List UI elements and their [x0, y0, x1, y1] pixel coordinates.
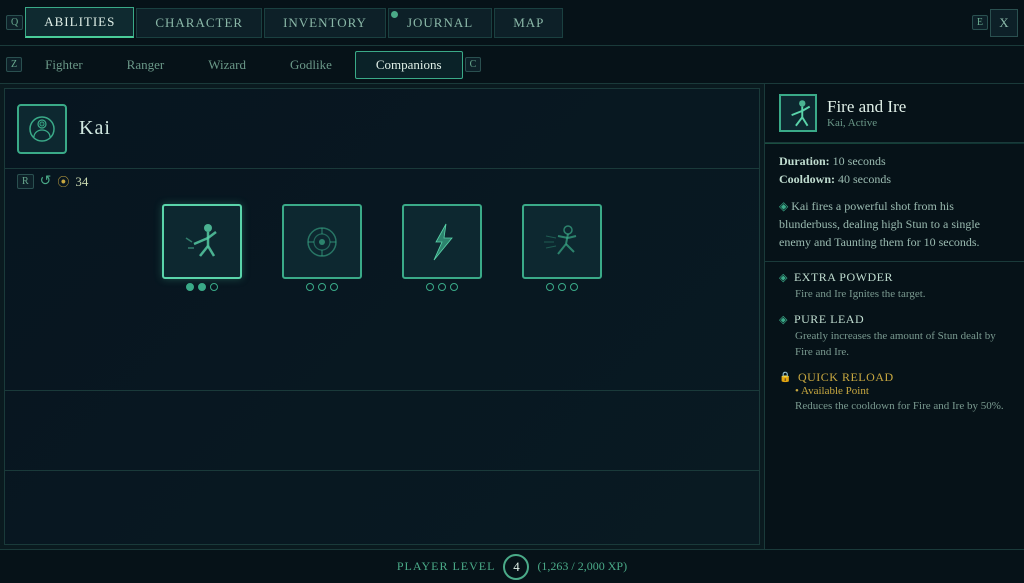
- dot: [318, 283, 326, 291]
- dot: [450, 283, 458, 291]
- dot: [558, 283, 566, 291]
- top-navigation: Q ABILITIES CHARACTER INVENTORY JOURNAL …: [0, 0, 1024, 46]
- status-bar: PLAYER LEVEL 4 (1,263 / 2,000 XP): [0, 549, 1024, 583]
- upgrade-extra-powder[interactable]: EXTRA POWDER Fire and Ire Ignites the ta…: [779, 270, 1010, 302]
- refresh-icon: ↺: [40, 173, 52, 190]
- gold-amount: 34: [75, 174, 88, 190]
- dot: [198, 283, 206, 291]
- character-icon: [17, 104, 67, 154]
- ability-slot-2[interactable]: [282, 204, 362, 291]
- upgrade-pure-lead[interactable]: PURE LEAD Greatly increases the amount o…: [779, 312, 1010, 360]
- sub-tab-ranger[interactable]: Ranger: [106, 51, 186, 79]
- ability-slot-3[interactable]: [402, 204, 482, 291]
- dot: [186, 283, 194, 291]
- gold-icon: ⦿: [57, 173, 69, 190]
- ability-icon-3[interactable]: [402, 204, 482, 279]
- player-level-label: PLAYER LEVEL: [397, 559, 496, 574]
- ability-detail-header: Fire and Ire Kai, Active: [765, 84, 1024, 143]
- tab-character[interactable]: CHARACTER: [136, 8, 262, 38]
- abilities-key: Q: [6, 15, 23, 30]
- fighter-key: Z: [6, 57, 22, 72]
- tab-journal[interactable]: JOURNAL: [388, 8, 492, 38]
- dot: [306, 283, 314, 291]
- upgrade-desc-extra-powder: Fire and Ire Ignites the target.: [779, 287, 1010, 302]
- dot: [210, 283, 218, 291]
- dot: [438, 283, 446, 291]
- upgrade-title-extra-powder: EXTRA POWDER: [779, 270, 1010, 285]
- left-panel: Kai R ↺ ⦿ 34: [4, 88, 760, 545]
- fire-and-ire-icon: [178, 218, 226, 266]
- cooldown-value-text: 40 seconds: [838, 172, 891, 186]
- journal-indicator: [391, 11, 398, 18]
- ability-2-dots: [306, 283, 338, 291]
- abilities-row: [5, 194, 759, 301]
- cooldown-line: Cooldown: 40 seconds: [779, 172, 1010, 187]
- ability-icon-4[interactable]: [522, 204, 602, 279]
- ability-2-icon: [298, 218, 346, 266]
- ability-3-icon: [418, 218, 466, 266]
- sub-tab-companions[interactable]: Companions: [355, 51, 463, 79]
- empty-section-2: [5, 391, 759, 471]
- player-level-badge: 4: [503, 554, 529, 580]
- char-icon-svg: [26, 113, 58, 145]
- fire-and-ire-thumb: [781, 96, 815, 130]
- dot: [330, 283, 338, 291]
- char-controls: R ↺ ⦿ 34: [5, 169, 759, 194]
- ability-details: Duration: 10 seconds Cooldown: 40 second…: [765, 144, 1024, 261]
- ability-icon-2[interactable]: [282, 204, 362, 279]
- duration-line: Duration: 10 seconds: [779, 154, 1010, 169]
- ability-description: Kai fires a powerful shot from his blund…: [779, 197, 1010, 251]
- duration-value-text: 10 seconds: [833, 154, 886, 168]
- ability-slot-4[interactable]: [522, 204, 602, 291]
- ability-slot-1[interactable]: [162, 204, 242, 291]
- reset-key[interactable]: R: [17, 174, 34, 189]
- tab-inventory[interactable]: INVENTORY: [264, 8, 386, 38]
- cooldown-label: Cooldown:: [779, 172, 835, 186]
- character-row: Kai: [5, 89, 759, 169]
- tab-map[interactable]: MAP: [494, 8, 563, 38]
- upgrade-desc-pure-lead: Greatly increases the amount of Stun dea…: [779, 329, 1010, 360]
- upgrade-quick-reload[interactable]: QUICK RELOAD • Available Point Reduces t…: [779, 370, 1010, 414]
- dot: [546, 283, 554, 291]
- tab-abilities[interactable]: ABILITIES: [25, 7, 134, 38]
- sub-tab-wizard[interactable]: Wizard: [187, 51, 267, 79]
- ability-4-icon: [538, 218, 586, 266]
- sub-tab-fighter[interactable]: Fighter: [24, 51, 104, 79]
- empty-section-1: [5, 311, 759, 391]
- companions-key: C: [465, 57, 482, 72]
- upgrades-section: EXTRA POWDER Fire and Ire Ignites the ta…: [765, 261, 1024, 433]
- dot: [426, 283, 434, 291]
- character-name: Kai: [79, 117, 111, 140]
- ability-icon-1[interactable]: [162, 204, 242, 279]
- ability-thumb-icon: [779, 94, 817, 132]
- available-point-label: • Available Point: [779, 385, 1010, 397]
- upgrade-title-pure-lead: PURE LEAD: [779, 312, 1010, 327]
- ability-title: Fire and Ire: [827, 97, 906, 117]
- xp-text: (1,263 / 2,000 XP): [537, 559, 627, 574]
- ability-4-dots: [546, 283, 578, 291]
- main-content: Kai R ↺ ⦿ 34: [0, 84, 1024, 549]
- ability-subtitle: Kai, Active: [827, 117, 906, 129]
- duration-label: Duration:: [779, 154, 830, 168]
- ability-title-block: Fire and Ire Kai, Active: [827, 97, 906, 129]
- close-button[interactable]: X: [990, 9, 1018, 37]
- upgrade-desc-quick-reload: Reduces the cooldown for Fire and Ire by…: [779, 399, 1010, 414]
- upgrade-title-quick-reload: QUICK RELOAD: [779, 370, 1010, 385]
- right-panel: Fire and Ire Kai, Active Duration: 10 se…: [764, 84, 1024, 549]
- ability-3-dots: [426, 283, 458, 291]
- sub-tab-godlike[interactable]: Godlike: [269, 51, 353, 79]
- close-key: E: [972, 15, 988, 30]
- ability-1-dots: [186, 283, 218, 291]
- dot: [570, 283, 578, 291]
- sub-navigation: Z Fighter Ranger Wizard Godlike Companio…: [0, 46, 1024, 84]
